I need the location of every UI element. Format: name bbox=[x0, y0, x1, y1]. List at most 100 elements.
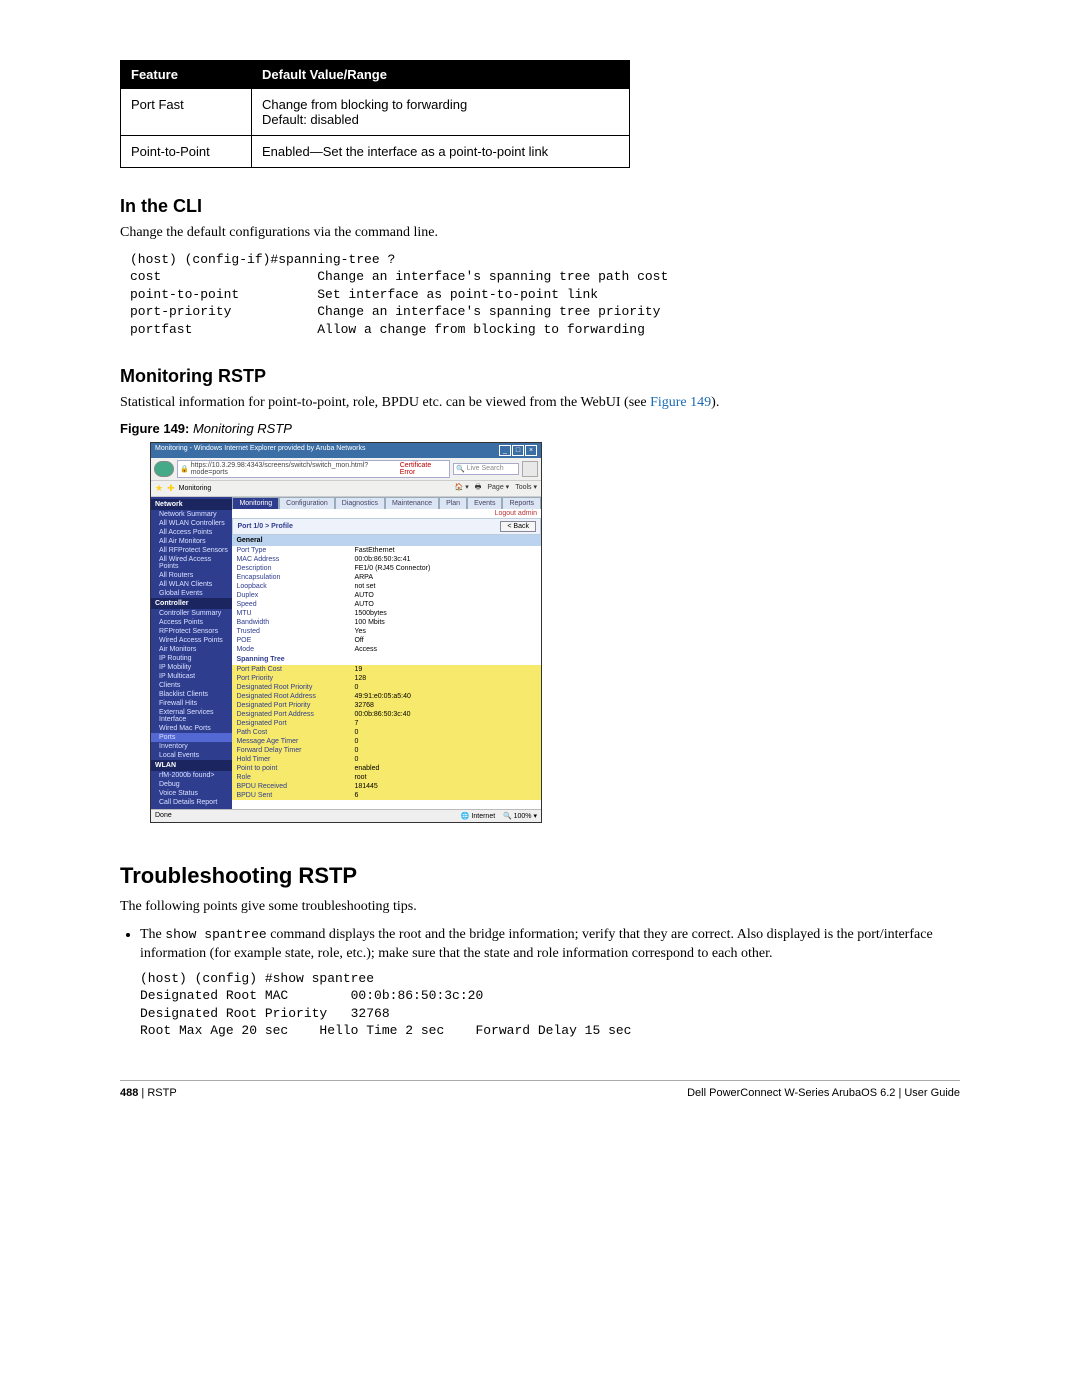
back-button[interactable]: < Back bbox=[500, 521, 536, 532]
sidebar-item[interactable]: rfM-2000b found> bbox=[151, 771, 232, 780]
value-cell: FE1/0 (RJ45 Connector) bbox=[350, 564, 541, 573]
cli-block: (host) (config-if)#spanning-tree ? cost … bbox=[130, 251, 960, 339]
sidebar-item[interactable]: Controller Summary bbox=[151, 609, 232, 618]
table-row: Point-to-Point Enabled—Set the interface… bbox=[121, 136, 630, 168]
home-icon[interactable]: 🏠 ▾ bbox=[455, 483, 469, 494]
tab[interactable]: Configuration bbox=[279, 497, 335, 509]
search-box[interactable]: 🔍 Live Search bbox=[453, 463, 519, 475]
sidebar-item[interactable]: Local Events bbox=[151, 751, 232, 760]
sidebar-item[interactable]: Air Monitors bbox=[151, 645, 232, 654]
sidebar-item[interactable]: All Air Monitors bbox=[151, 537, 232, 546]
monitor-text: Statistical information for point-to-poi… bbox=[120, 393, 960, 413]
table-row: Message Age Timer0 bbox=[232, 737, 541, 746]
maximize-icon[interactable]: □ bbox=[512, 445, 524, 456]
cell-value: Change from blocking to forwarding Defau… bbox=[252, 89, 630, 136]
logout-link[interactable]: Logout admin bbox=[232, 509, 541, 518]
figure-link[interactable]: Figure 149 bbox=[650, 395, 711, 410]
sidebar-item[interactable]: External Services Interface bbox=[151, 708, 232, 724]
value-cell: 181445 bbox=[350, 782, 541, 791]
sidebar-item[interactable]: Wired Mac Ports bbox=[151, 724, 232, 733]
page-tab-label[interactable]: Monitoring bbox=[179, 485, 212, 492]
table-row: Point to pointenabled bbox=[232, 764, 541, 773]
status-done: Done bbox=[155, 812, 172, 820]
sidebar-item[interactable]: All WLAN Clients bbox=[151, 580, 232, 589]
table-row: SpeedAUTO bbox=[232, 600, 541, 609]
value-cell: Off bbox=[350, 636, 541, 645]
sidebar-item[interactable]: Network Summary bbox=[151, 510, 232, 519]
footer-left: 488 | RSTP bbox=[120, 1087, 177, 1099]
add-favorite-icon[interactable]: ✚ bbox=[167, 483, 175, 494]
value-cell: 49:91:e0:05:a5:40 bbox=[350, 692, 541, 701]
value-cell: 32768 bbox=[350, 701, 541, 710]
table-row: EncapsulationARPA bbox=[232, 573, 541, 582]
sidebar-item[interactable]: Call Details Report bbox=[151, 798, 232, 807]
value-cell: 128 bbox=[350, 674, 541, 683]
figure-browser-screenshot: Monitoring - Windows Internet Explorer p… bbox=[150, 442, 542, 823]
sidebar-item[interactable]: All RFProtect Sensors bbox=[151, 546, 232, 555]
go-button[interactable] bbox=[522, 461, 538, 477]
certificate-error[interactable]: Certificate Error bbox=[400, 462, 447, 476]
sidebar-item[interactable]: All Routers bbox=[151, 571, 232, 580]
value-cell: AUTO bbox=[350, 600, 541, 609]
key-cell: Port Priority bbox=[232, 674, 350, 683]
sidebar-item[interactable]: Debug bbox=[151, 780, 232, 789]
footer-rule bbox=[120, 1080, 960, 1081]
window-titlebar: Monitoring - Windows Internet Explorer p… bbox=[151, 443, 541, 458]
key-cell: Role bbox=[232, 773, 350, 782]
table-row: MTU1500bytes bbox=[232, 609, 541, 618]
figure-caption: Figure 149: Monitoring RSTP bbox=[120, 421, 960, 436]
search-icon: 🔍 bbox=[456, 465, 465, 473]
tab[interactable]: Maintenance bbox=[385, 497, 439, 509]
table-row: TrustedYes bbox=[232, 627, 541, 636]
sidebar-item[interactable]: Blacklist Clients bbox=[151, 690, 232, 699]
sidebar-item[interactable]: All Wired Access Points bbox=[151, 555, 232, 571]
value-cell: not set bbox=[350, 582, 541, 591]
table-row: Forward Delay Timer0 bbox=[232, 746, 541, 755]
tab[interactable]: Reports bbox=[502, 497, 541, 509]
address-bar[interactable]: 🔒 https://10.3.29.98:4343/screens/switch… bbox=[177, 460, 450, 478]
tab[interactable]: Monitoring bbox=[232, 497, 279, 509]
sidebar-item[interactable]: RFProtect Sensors bbox=[151, 627, 232, 636]
table-row: Designated Root Address49:91:e0:05:a5:40 bbox=[232, 692, 541, 701]
text: The bbox=[140, 927, 165, 942]
minimize-icon[interactable]: _ bbox=[499, 445, 511, 456]
sidebar-item[interactable]: IP Multicast bbox=[151, 672, 232, 681]
table-row: Port Priority128 bbox=[232, 674, 541, 683]
sidebar-item[interactable]: IP Routing bbox=[151, 654, 232, 663]
sidebar-item[interactable]: Voice Status bbox=[151, 789, 232, 798]
sidebar-item[interactable]: Firewall Hits bbox=[151, 699, 232, 708]
sidebar-item[interactable]: Inventory bbox=[151, 742, 232, 751]
star-icon[interactable]: ★ bbox=[155, 483, 163, 494]
cell-value: Enabled—Set the interface as a point-to-… bbox=[252, 136, 630, 168]
sidebar-item[interactable]: All WLAN Controllers bbox=[151, 519, 232, 528]
value-cell: 0 bbox=[350, 737, 541, 746]
value-cell: FastEthernet bbox=[350, 546, 541, 555]
sidebar-item[interactable]: IP Mobility bbox=[151, 663, 232, 672]
tab[interactable]: Events bbox=[467, 497, 502, 509]
sidebar-item[interactable]: Clients bbox=[151, 681, 232, 690]
sidebar-item[interactable]: All Access Points bbox=[151, 528, 232, 537]
value-cell: 7 bbox=[350, 719, 541, 728]
heading-monitoring-rstp: Monitoring RSTP bbox=[120, 366, 960, 387]
tab[interactable]: Plan bbox=[439, 497, 467, 509]
tab[interactable]: Diagnostics bbox=[335, 497, 385, 509]
cell-feature: Point-to-Point bbox=[121, 136, 252, 168]
breadcrumb-bar: Port 1/0 > Profile < Back bbox=[232, 518, 541, 535]
key-cell: Port Type bbox=[232, 546, 350, 555]
tools-menu[interactable]: Tools ▾ bbox=[515, 483, 537, 494]
sidebar-item[interactable]: Access Points bbox=[151, 618, 232, 627]
page-menu[interactable]: Page ▾ bbox=[487, 483, 509, 494]
text: Statistical information for point-to-poi… bbox=[120, 395, 650, 410]
sidebar-item[interactable]: Wired Access Points bbox=[151, 636, 232, 645]
status-internet: Internet bbox=[471, 813, 495, 820]
breadcrumb: Port 1/0 > Profile bbox=[237, 523, 292, 530]
back-forward-icon[interactable] bbox=[154, 461, 174, 477]
internet-icon: 🌐 bbox=[461, 813, 472, 820]
key-cell: Designated Port Priority bbox=[232, 701, 350, 710]
window-title: Monitoring - Windows Internet Explorer p… bbox=[155, 445, 365, 456]
sidebar-item[interactable]: Global Events bbox=[151, 589, 232, 598]
close-icon[interactable]: × bbox=[525, 445, 537, 456]
print-icon[interactable]: 🖶 bbox=[475, 483, 482, 494]
sidebar-item[interactable]: Ports bbox=[151, 733, 232, 742]
value-cell: Yes bbox=[350, 627, 541, 636]
